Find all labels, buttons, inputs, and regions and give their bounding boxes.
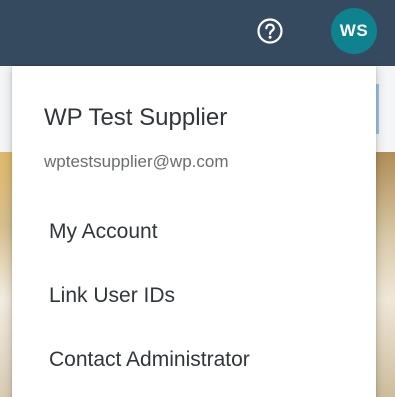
background-image-right-edge bbox=[376, 152, 395, 397]
help-circle-icon bbox=[256, 17, 284, 45]
user-menu: WP Test Supplier wptestsupplier@wp.com M… bbox=[12, 66, 376, 397]
menu-item-label: My Account bbox=[49, 220, 158, 243]
background-field-edge bbox=[376, 84, 379, 134]
shell-bar: WS bbox=[0, 0, 395, 66]
menu-item-label: Contact Administrator bbox=[49, 348, 250, 371]
menu-item-link-user-ids[interactable]: Link User IDs bbox=[12, 271, 376, 321]
menu-item-label: Link User IDs bbox=[49, 284, 176, 307]
menu-item-contact-administrator[interactable]: Contact Administrator bbox=[12, 335, 376, 385]
avatar-initials: WS bbox=[339, 21, 369, 40]
page: WS WP Test Supplier wptestsupplier@wp.co… bbox=[0, 0, 395, 397]
user-name: WP Test Supplier bbox=[44, 104, 228, 131]
menu-item-my-account[interactable]: My Account bbox=[12, 207, 376, 257]
user-email: wptestsupplier@wp.com bbox=[44, 152, 229, 171]
help-button[interactable] bbox=[256, 17, 284, 45]
user-avatar-button[interactable]: WS bbox=[331, 8, 377, 54]
